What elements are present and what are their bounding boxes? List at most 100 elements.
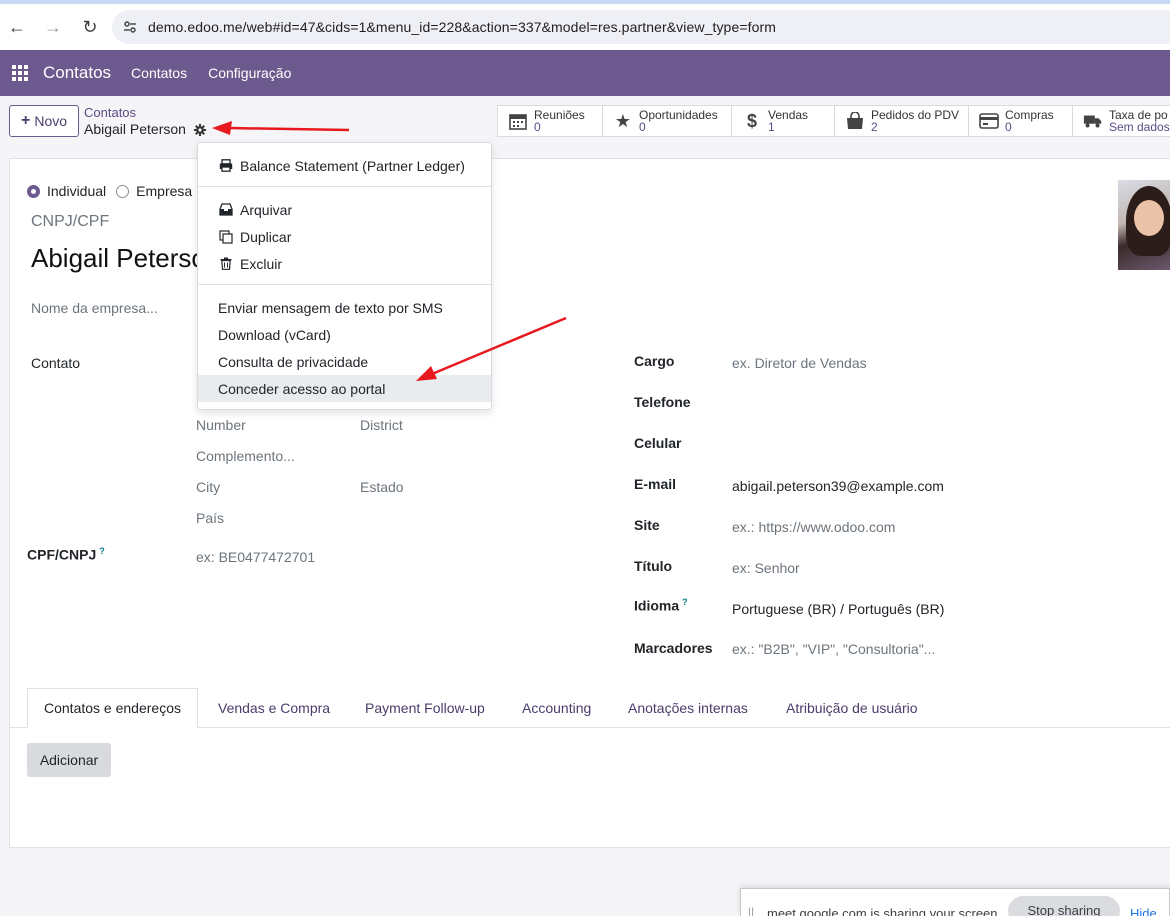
language-label-text: Idioma [634, 597, 680, 614]
control-panel: + Novo Contatos Abigail Peterson Reuniõe… [0, 96, 1170, 156]
email-field[interactable]: abigail.peterson39@example.com [732, 478, 944, 494]
address-country-field[interactable]: País [196, 510, 224, 526]
vat-label: CPF/CNPJ? [27, 546, 105, 563]
help-icon[interactable]: ? [682, 597, 688, 607]
menu-item-label: Conceder acesso ao portal [218, 380, 386, 397]
company-name-field[interactable]: Nome da empresa... [31, 300, 158, 316]
tab-sales-purchase[interactable]: Vendas e Compra [218, 688, 330, 728]
smart-button-purchases[interactable]: Compras 0 [968, 105, 1072, 137]
tab-payment-followup[interactable]: Payment Follow-up [365, 688, 485, 728]
tab-accounting[interactable]: Accounting [522, 688, 591, 728]
record-title: Abigail Peterson [84, 121, 206, 137]
tags-label: Marcadores [634, 640, 713, 656]
site-settings-icon[interactable] [112, 19, 148, 35]
job-label: Cargo [634, 353, 675, 369]
title-field[interactable]: ex: Senhor [732, 560, 800, 576]
radio-company[interactable] [116, 184, 130, 198]
menu-item-grant-portal-access[interactable]: Conceder acesso ao portal [198, 375, 491, 402]
smart-button-rate[interactable]: Taxa de po Sem dados [1072, 105, 1170, 137]
company-type-radio: Individual Empresa [27, 183, 192, 199]
truck-icon [1083, 111, 1103, 131]
hide-button[interactable]: Hide [1130, 906, 1157, 916]
new-button-label: Novo [34, 113, 68, 129]
menu-item-balance-statement[interactable]: Balance Statement (Partner Ledger) [198, 152, 491, 179]
back-arrow-icon[interactable]: ← [2, 12, 32, 42]
avatar[interactable] [1118, 180, 1170, 270]
smart-button-value: 0 [639, 120, 646, 134]
printer-icon [218, 159, 234, 172]
credit-card-icon [979, 111, 999, 131]
add-button[interactable]: Adicionar [27, 743, 111, 777]
apps-grid-icon[interactable] [6, 65, 36, 81]
tab-internal-notes[interactable]: Anotações internas [628, 688, 748, 728]
address-state-field[interactable]: Estado [360, 479, 404, 495]
menu-item-label: Arquivar [240, 201, 293, 218]
gear-icon[interactable] [193, 123, 206, 136]
reload-icon[interactable]: ↻ [75, 12, 105, 42]
job-field[interactable]: ex. Diretor de Vendas [732, 355, 867, 371]
menu-configuracao[interactable]: Configuração [208, 65, 291, 81]
phone-label: Telefone [634, 394, 691, 410]
vat-field[interactable]: ex: BE0477472701 [196, 549, 315, 565]
smart-button-value: Sem dados [1109, 120, 1170, 134]
share-notice: meet.google.com is sharing your screen. [767, 906, 1002, 916]
trash-icon [218, 257, 234, 270]
menu-item-label: Duplicar [240, 228, 292, 245]
menu-item-privacy-lookup[interactable]: Consulta de privacidade [198, 348, 491, 375]
tab-user-assignment[interactable]: Atribuição de usuário [786, 688, 918, 728]
menu-item-duplicate[interactable]: Duplicar [198, 223, 491, 250]
menu-item-delete[interactable]: Excluir [198, 250, 491, 277]
radio-company-label[interactable]: Empresa [136, 183, 192, 199]
menu-item-label: Download (vCard) [218, 326, 331, 343]
address-city-field[interactable]: City [196, 479, 220, 495]
smart-button-value: 0 [1005, 120, 1012, 134]
language-label: Idioma? [634, 597, 688, 614]
url-text: demo.edoo.me/web#id=47&cids=1&menu_id=22… [148, 19, 777, 35]
new-button[interactable]: + Novo [9, 105, 79, 137]
smart-button-label: Oportunidades [639, 108, 718, 122]
smart-button-label: Pedidos do PDV [871, 108, 960, 122]
partner-name-field[interactable]: Abigail Peterson [31, 243, 220, 274]
copy-icon [218, 229, 234, 244]
breadcrumb[interactable]: Contatos [84, 105, 136, 120]
forward-arrow-icon[interactable]: → [38, 12, 68, 42]
actions-dropdown: Balance Statement (Partner Ledger) Arqui… [197, 142, 492, 410]
smart-button-pos-orders[interactable]: Pedidos do PDV 2 [834, 105, 968, 137]
smart-button-sales[interactable]: $ Vendas 1 [731, 105, 834, 137]
menu-item-download-vcard[interactable]: Download (vCard) [198, 321, 491, 348]
stop-sharing-button[interactable]: Stop sharing [1008, 896, 1120, 916]
menu-divider [198, 284, 491, 285]
menu-item-send-sms[interactable]: Enviar mensagem de texto por SMS [198, 294, 491, 321]
address-bar[interactable]: demo.edoo.me/web#id=47&cids=1&menu_id=22… [112, 10, 1170, 44]
address-district-field[interactable]: District [360, 417, 403, 433]
drag-handle-icon[interactable]: || [741, 889, 761, 916]
address-number-field[interactable]: Number [196, 417, 246, 433]
smart-button-meetings[interactable]: Reuniões 0 [497, 105, 602, 137]
menu-item-archive[interactable]: Arquivar [198, 196, 491, 223]
help-icon[interactable]: ? [99, 546, 105, 556]
top-navbar: Contatos Contatos Configuração [0, 50, 1170, 96]
radio-individual-label[interactable]: Individual [47, 183, 106, 199]
record-name: Abigail Peterson [84, 121, 186, 137]
smart-button-value: 0 [534, 120, 541, 134]
website-field[interactable]: ex.: https://www.odoo.com [732, 519, 895, 535]
menu-contatos[interactable]: Contatos [131, 65, 187, 81]
calendar-icon [508, 111, 528, 131]
shopping-bag-icon [845, 111, 865, 131]
smart-button-label: Compras [1005, 108, 1054, 122]
dollar-icon: $ [746, 110, 757, 131]
menu-divider [198, 186, 491, 187]
plus-icon: + [20, 112, 31, 129]
cnpj-field[interactable]: CNPJ/CPF [31, 213, 109, 231]
tab-contacts-addresses[interactable]: Contatos e endereços [27, 688, 198, 728]
radio-individual[interactable] [27, 184, 40, 198]
tags-field[interactable]: ex.: "B2B", "VIP", "Consultoria"... [732, 641, 935, 657]
address-complement-field[interactable]: Complemento... [196, 448, 295, 464]
form-sheet: Individual Empresa CNPJ/CPF Abigail Pete… [9, 158, 1170, 848]
language-field[interactable]: Portuguese (BR) / Português (BR) [732, 601, 944, 617]
vat-label-text: CPF/CNPJ [27, 546, 97, 563]
app-brand[interactable]: Contatos [43, 63, 111, 83]
smart-button-opportunities[interactable]: ★ Oportunidades 0 [602, 105, 731, 137]
inbox-icon [218, 203, 234, 216]
smart-buttons: Reuniões 0 ★ Oportunidades 0 $ Vendas 1 Ped… [497, 105, 1170, 137]
